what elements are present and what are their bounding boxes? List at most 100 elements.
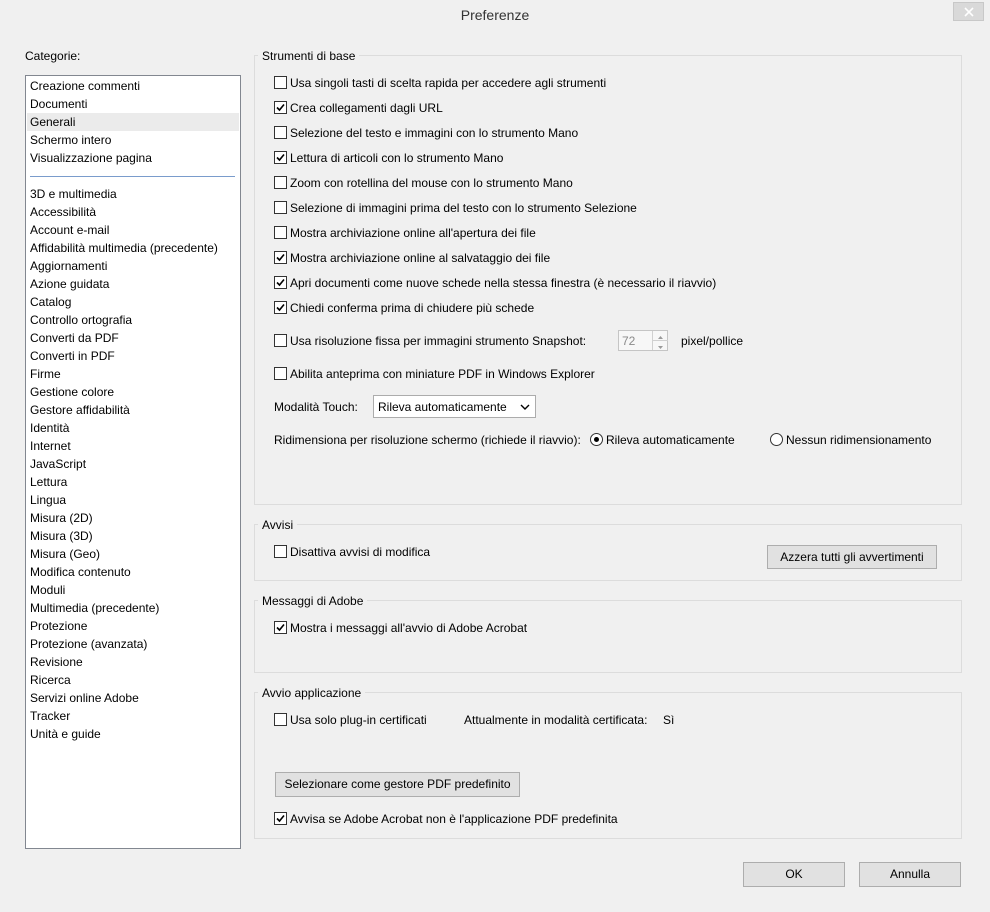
category-item[interactable]: Tracker <box>30 707 70 725</box>
category-item[interactable]: Moduli <box>30 581 65 599</box>
close-icon <box>964 7 974 17</box>
close-button[interactable] <box>953 2 984 21</box>
category-item[interactable]: Ricerca <box>30 671 71 689</box>
app-startup-title: Avvio applicazione <box>258 686 366 700</box>
check-icon <box>276 278 285 287</box>
checkbox[interactable] <box>274 101 287 114</box>
basic-tools-option-label: Selezione del testo e immagini con lo st… <box>290 126 579 140</box>
category-item[interactable]: Catalog <box>30 293 71 311</box>
warnings-title: Avvisi <box>258 518 298 532</box>
category-item[interactable]: Unità e guide <box>30 725 101 743</box>
basic-tools-option-label: Usa singoli tasti di scelta rapida per a… <box>290 76 607 90</box>
check-icon <box>276 623 285 632</box>
ok-button[interactable]: OK <box>743 862 845 887</box>
basic-tools-option-label: Crea collegamenti dagli URL <box>290 101 443 115</box>
basic-tools-title: Strumenti di base <box>258 49 360 63</box>
touch-mode-select[interactable]: Rileva automaticamente <box>373 395 536 418</box>
stepper-down-button[interactable] <box>652 341 668 350</box>
category-item[interactable]: Misura (2D) <box>30 509 93 527</box>
touch-mode-label: Modalità Touch: <box>274 400 358 414</box>
category-item[interactable]: Gestore affidabilità <box>30 401 130 419</box>
adobe-messages-group <box>254 600 962 673</box>
snapshot-resolution-stepper[interactable]: 72 <box>618 330 668 351</box>
touch-mode-value: Rileva automaticamente <box>378 400 507 414</box>
category-separator <box>30 176 235 177</box>
categories-list[interactable]: Creazione commenti Documenti Generali Sc… <box>25 75 241 849</box>
checkbox[interactable] <box>274 276 287 289</box>
check-icon <box>276 814 285 823</box>
resize-auto-label: Rileva automaticamente <box>606 433 735 447</box>
category-item[interactable]: Protezione <box>30 617 87 635</box>
basic-tools-option-label: Zoom con rotellina del mouse con lo stru… <box>290 176 573 190</box>
default-pdf-handler-button[interactable]: Selezionare come gestore PDF predefinito <box>275 772 520 797</box>
category-item[interactable]: Firme <box>30 365 61 383</box>
category-item[interactable]: Multimedia (precedente) <box>30 599 159 617</box>
checkbox[interactable] <box>274 545 287 558</box>
category-item[interactable]: Creazione commenti <box>30 77 140 95</box>
snapshot-resolution-value: 72 <box>622 334 636 348</box>
category-item-selected[interactable]: Generali <box>27 113 239 131</box>
certified-plugins-label: Usa solo plug-in certificati <box>290 713 427 727</box>
basic-tools-option-label: Selezione di immagini prima del testo co… <box>290 201 637 215</box>
chevron-down-icon <box>520 404 530 410</box>
check-icon <box>276 303 285 312</box>
category-item[interactable]: Visualizzazione pagina <box>30 149 152 167</box>
category-item[interactable]: Internet <box>30 437 71 455</box>
radio-selected-dot <box>594 437 599 442</box>
checkbox[interactable] <box>274 226 287 239</box>
resize-auto-radio[interactable] <box>590 433 603 446</box>
check-icon <box>276 253 285 262</box>
checkbox[interactable] <box>274 151 287 164</box>
category-item[interactable]: Lingua <box>30 491 66 509</box>
checkbox[interactable] <box>274 713 287 726</box>
category-item[interactable]: Misura (Geo) <box>30 545 100 563</box>
category-item[interactable]: Lettura <box>30 473 67 491</box>
category-item[interactable]: Misura (3D) <box>30 527 93 545</box>
checkbox[interactable] <box>274 812 287 825</box>
reset-warnings-button[interactable]: Azzera tutti gli avvertimenti <box>767 545 937 569</box>
show-adobe-messages-label: Mostra i messaggi all'avvio di Adobe Acr… <box>290 621 528 635</box>
snapshot-unit-label: pixel/pollice <box>681 334 744 348</box>
resize-none-label: Nessun ridimensionamento <box>786 433 932 447</box>
checkbox[interactable] <box>274 251 287 264</box>
checkbox[interactable] <box>274 334 287 347</box>
checkbox[interactable] <box>274 176 287 189</box>
adobe-messages-title: Messaggi di Adobe <box>258 594 368 608</box>
categories-label: Categorie: <box>25 49 81 63</box>
basic-tools-option-label: Chiedi conferma prima di chiudere più sc… <box>290 301 535 315</box>
basic-tools-option-label: Lettura di articoli con lo strumento Man… <box>290 151 504 165</box>
window-title: Preferenze <box>460 7 530 23</box>
checkbox[interactable] <box>274 301 287 314</box>
checkbox[interactable] <box>274 76 287 89</box>
category-item[interactable]: Gestione colore <box>30 383 114 401</box>
category-item[interactable]: Protezione (avanzata) <box>30 635 147 653</box>
category-item[interactable]: Documenti <box>30 95 87 113</box>
category-item[interactable]: Accessibilità <box>30 203 96 221</box>
resize-none-radio[interactable] <box>770 433 783 446</box>
category-item[interactable]: Azione guidata <box>30 275 109 293</box>
basic-tools-option-label: Mostra archiviazione online all'apertura… <box>290 226 536 240</box>
checkbox[interactable] <box>274 621 287 634</box>
category-item[interactable]: Converti in PDF <box>30 347 115 365</box>
stepper-up-button[interactable] <box>652 331 668 341</box>
category-item[interactable]: Controllo ortografia <box>30 311 132 329</box>
category-item[interactable]: Account e-mail <box>30 221 109 239</box>
category-item[interactable]: Converti da PDF <box>30 329 119 347</box>
cancel-button[interactable]: Annulla <box>859 862 961 887</box>
category-item[interactable]: Identità <box>30 419 69 437</box>
category-item[interactable]: Servizi online Adobe <box>30 689 139 707</box>
check-icon <box>276 103 285 112</box>
checkbox[interactable] <box>274 201 287 214</box>
checkbox[interactable] <box>274 126 287 139</box>
basic-tools-option-label: Apri documenti come nuove schede nella s… <box>290 276 717 290</box>
checkbox[interactable] <box>274 367 287 380</box>
category-item[interactable]: Modifica contenuto <box>30 563 131 581</box>
category-item[interactable]: Aggiornamenti <box>30 257 107 275</box>
category-item[interactable]: Affidabilità multimedia (precedente) <box>30 239 218 257</box>
category-item[interactable]: Schermo intero <box>30 131 111 149</box>
certified-mode-value: Sì <box>663 713 675 727</box>
basic-tools-option-label: Mostra archiviazione online al salvatagg… <box>290 251 551 265</box>
category-item[interactable]: JavaScript <box>30 455 86 473</box>
category-item[interactable]: 3D e multimedia <box>30 185 117 203</box>
category-item[interactable]: Revisione <box>30 653 83 671</box>
